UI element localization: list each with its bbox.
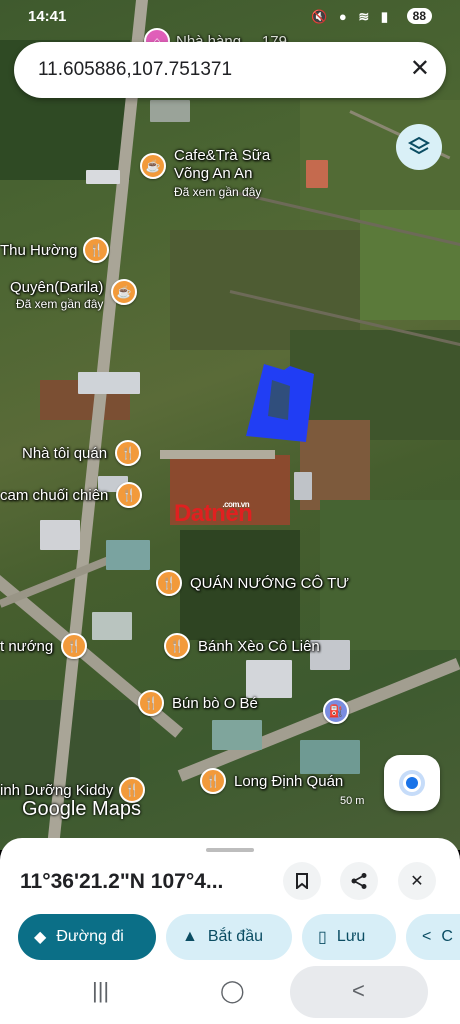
- layers-button[interactable]: [396, 124, 442, 170]
- poi-sublabel: Đã xem gần đây: [174, 185, 262, 199]
- recent-apps-icon[interactable]: |||: [92, 978, 109, 1004]
- poi-label: inh Dưỡng Kiddy: [0, 781, 114, 799]
- status-time: 14:41: [28, 8, 67, 25]
- poi-cam-chuoi-chien[interactable]: cam chuối chiên 🍴: [0, 482, 143, 508]
- share-button[interactable]: [340, 862, 378, 900]
- search-bar[interactable]: 11.605886,107.751371 ✕: [14, 42, 446, 98]
- poi-label: Long Định Quán: [234, 772, 344, 790]
- restaurant-icon: 🍴: [138, 690, 164, 716]
- poi-label: cam chuối chiên: [0, 486, 109, 504]
- navigation-arrow-icon: ▲: [182, 928, 198, 945]
- back-chevron-icon: <: [352, 978, 365, 1003]
- wifi-icon: ≋: [358, 9, 374, 24]
- battery-indicator: 88: [406, 8, 432, 24]
- building: [294, 472, 312, 500]
- building: [78, 372, 140, 394]
- building: [92, 612, 132, 640]
- datnen-watermark: Datnen.com.vn: [174, 500, 253, 527]
- share-chip-button[interactable]: < C: [406, 914, 460, 960]
- restaurant-icon: 🍴: [200, 768, 226, 794]
- building: [150, 100, 190, 122]
- share-icon: [351, 873, 367, 889]
- poi-label: Nhà tôi quán: [22, 444, 108, 462]
- poi-label: Bánh Xèo Cô Liên: [198, 637, 320, 655]
- poi-cafe-vong-an-an[interactable]: ☕ Cafe&Trà Sữa Võng An An Đã xem gần đây: [140, 147, 270, 201]
- poi-nha-toi-quan[interactable]: Nhà tôi quán 🍴: [22, 440, 142, 466]
- cafe-icon: ☕: [111, 279, 138, 305]
- restaurant-icon: 🍴: [116, 482, 143, 508]
- poi-label: Thu Hường: [0, 241, 78, 259]
- save-button[interactable]: ▯ Lưu: [302, 914, 396, 960]
- poi-label: Quyên(Darila): [10, 279, 104, 296]
- close-icon[interactable]: ✕: [410, 55, 430, 83]
- share-label: C: [441, 928, 453, 945]
- close-sheet-button[interactable]: ✕: [398, 862, 436, 900]
- satellite-map[interactable]: Datnen.com.vn ⌂ Nhà hàng ... 179 ☕ Cafe&…: [0, 0, 460, 850]
- building: [86, 170, 120, 184]
- diagonal-road: [0, 555, 113, 608]
- close-icon: ✕: [410, 873, 424, 890]
- directions-button[interactable]: ◆ Đường đi: [18, 914, 156, 960]
- location-dot-icon: [403, 774, 421, 792]
- building: [106, 540, 150, 570]
- drag-handle[interactable]: [206, 848, 254, 852]
- poi-long-dinh-quan[interactable]: 🍴 Long Định Quán: [200, 768, 343, 794]
- restaurant-icon: 🍴: [61, 633, 88, 659]
- directions-icon: ◆: [34, 929, 47, 946]
- system-navigation-bar: ||| ◯ <: [0, 958, 460, 1024]
- gas-station-icon: ⛽: [323, 698, 349, 724]
- status-bar: 14:41 🔇 ● ≋ ▮ 88: [0, 0, 460, 32]
- watermark-domain: .com.vn: [222, 500, 250, 509]
- status-icons: 🔇 ● ≋ ▮: [311, 9, 392, 25]
- restaurant-icon: 🍴: [115, 440, 142, 466]
- poi-quyen-darila[interactable]: Quyên(Darila) Đã xem gần đây ☕: [0, 279, 138, 313]
- start-label: Bắt đầu: [207, 928, 263, 945]
- action-chips: ◆ Đường đi ▲ Bắt đầu ▯ Lưu < C: [18, 914, 460, 960]
- coordinates-title: 11°36'21.2"N 107°4...: [20, 870, 224, 893]
- side-road: [160, 450, 275, 459]
- share-icon: <: [422, 928, 432, 945]
- poi-label: Bún bò O Bé: [172, 694, 258, 712]
- my-location-button[interactable]: [384, 755, 440, 811]
- google-maps-logo: Google Maps: [22, 798, 141, 820]
- building: [306, 160, 328, 188]
- poi-label: t nướng: [0, 637, 54, 655]
- poi-t-nuong[interactable]: t nướng 🍴: [0, 633, 88, 659]
- selected-land-parcel[interactable]: [244, 362, 316, 444]
- bookmark-icon: [296, 873, 308, 889]
- place-bottom-sheet[interactable]: 11°36'21.2"N 107°4... ✕ ◆ Đường đi ▲ Bắt…: [0, 838, 460, 1024]
- start-button[interactable]: ▲ Bắt đầu: [166, 914, 292, 960]
- building: [212, 720, 262, 750]
- poi-banh-xeo-co-lien[interactable]: 🍴 Bánh Xèo Cô Liên: [164, 633, 320, 659]
- search-input[interactable]: 11.605886,107.751371: [38, 59, 232, 81]
- poi-bun-bo-o-be[interactable]: 🍴 Bún bò O Bé: [138, 690, 258, 716]
- restaurant-icon: 🍴: [156, 570, 182, 596]
- save-label: Lưu: [336, 928, 366, 945]
- bookmark-icon: ▯: [318, 929, 327, 946]
- poi-label-line2: Võng An An: [174, 165, 253, 182]
- poi-sublabel: Đã xem gần đây: [16, 297, 104, 311]
- directions-label: Đường đi: [56, 928, 124, 945]
- poi-label: Cafe&Trà Sữa: [174, 147, 271, 164]
- layers-icon: [407, 136, 431, 155]
- poi-thu-huong[interactable]: Thu Hường 🍴: [0, 237, 110, 263]
- signal-icon: ▮: [380, 9, 392, 24]
- home-icon[interactable]: ◯: [220, 978, 245, 1004]
- cafe-icon: ☕: [140, 153, 166, 179]
- location-icon: ●: [338, 9, 351, 24]
- poi-gas-station[interactable]: ⛽: [323, 698, 349, 724]
- scale-bar-label: 50 m: [340, 795, 365, 807]
- save-place-button[interactable]: [283, 862, 321, 900]
- poi-label: QUÁN NƯỚNG CÔ TƯ: [190, 574, 350, 592]
- restaurant-icon: 🍴: [83, 237, 110, 263]
- building: [40, 520, 80, 550]
- restaurant-icon: 🍴: [164, 633, 190, 659]
- poi-quan-nuong-co-tu[interactable]: 🍴 QUÁN NƯỚNG CÔ TƯ: [156, 570, 349, 596]
- mute-icon: 🔇: [311, 9, 332, 24]
